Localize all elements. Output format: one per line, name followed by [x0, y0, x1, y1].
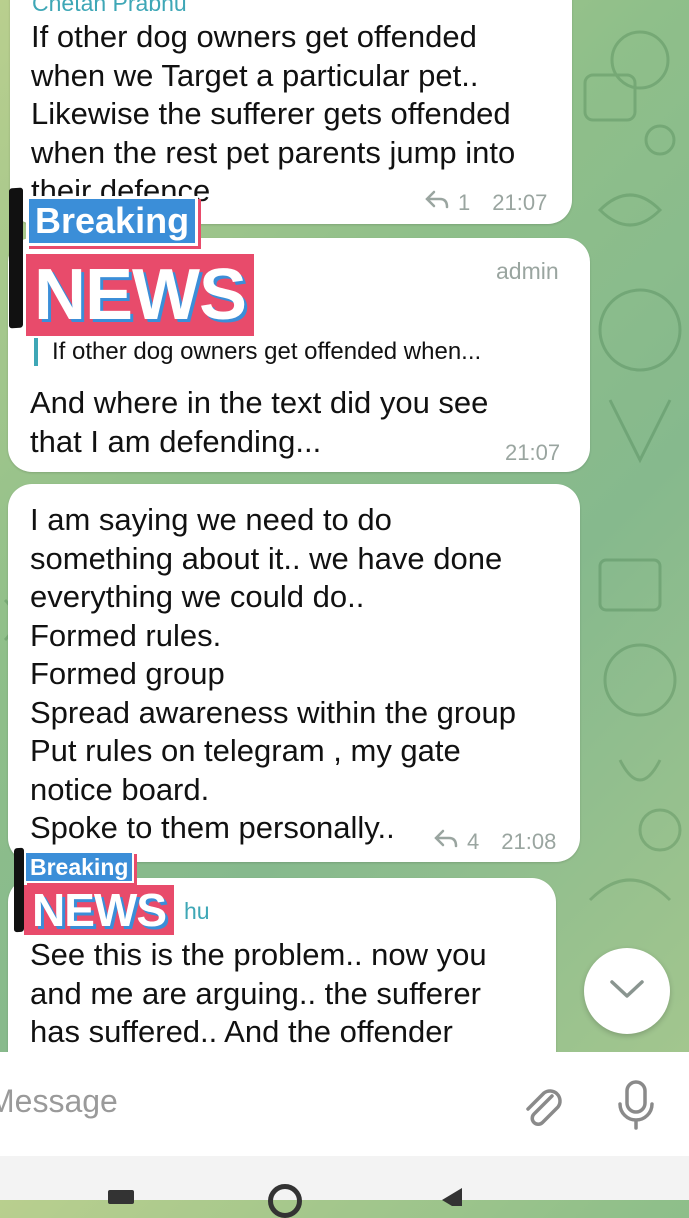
- message-bubble[interactable]: I am saying we need to do something abou…: [8, 484, 580, 862]
- sticker-bar: [9, 187, 23, 329]
- message-text: I am saying we need to do something abou…: [30, 502, 516, 845]
- home-icon[interactable]: [268, 1184, 302, 1218]
- message-text: And where in the text did you see that I…: [30, 385, 489, 459]
- message-meta: 21:07: [505, 440, 560, 466]
- message-meta: 4 21:08: [433, 829, 556, 855]
- message-input[interactable]: [0, 1082, 470, 1121]
- reply-icon[interactable]: [433, 829, 459, 855]
- reply-count[interactable]: 4: [467, 829, 479, 855]
- message-meta: 1 21:07: [424, 190, 547, 216]
- chevron-down-icon: [609, 978, 645, 1005]
- admin-badge: admin: [496, 258, 559, 284]
- message-text: See this is the problem.. now you and me…: [30, 937, 487, 1049]
- reply-quote[interactable]: If other dog owners get offended when...: [34, 338, 584, 366]
- recent-apps-icon[interactable]: [108, 1190, 134, 1204]
- reply-count[interactable]: 1: [458, 190, 470, 216]
- sticker-news-text: NEWS: [24, 885, 174, 935]
- sender-name[interactable]: Chetan Prabhu: [32, 0, 187, 17]
- chat-background: Chetan Prabhu If other dog owners get of…: [0, 0, 689, 1052]
- reply-icon[interactable]: [424, 190, 450, 216]
- microphone-icon[interactable]: [614, 1078, 658, 1137]
- system-nav-bar: [0, 1156, 689, 1218]
- sticker-breaking-text: Breaking: [26, 196, 199, 246]
- message-bubble[interactable]: Chetan Prabhu If other dog owners get of…: [10, 0, 572, 224]
- message-time: 21:08: [501, 829, 557, 854]
- sticker-bar: [14, 847, 24, 933]
- paperclip-icon[interactable]: [518, 1082, 566, 1135]
- breaking-news-sticker[interactable]: Breaking NEWS: [26, 196, 254, 336]
- message-text: If other dog owners get offended when we…: [31, 19, 516, 204]
- breaking-news-sticker[interactable]: Breaking NEWS: [24, 851, 174, 935]
- message-composer: [0, 1052, 689, 1156]
- sticker-breaking-text: Breaking: [24, 851, 135, 883]
- scroll-down-button[interactable]: [584, 948, 670, 1034]
- sender-name[interactable]: hu: [184, 898, 210, 925]
- sticker-news-text: NEWS: [26, 254, 254, 336]
- message-time: 21:07: [492, 190, 548, 215]
- back-icon[interactable]: [438, 1186, 464, 1212]
- message-time: 21:07: [505, 440, 561, 465]
